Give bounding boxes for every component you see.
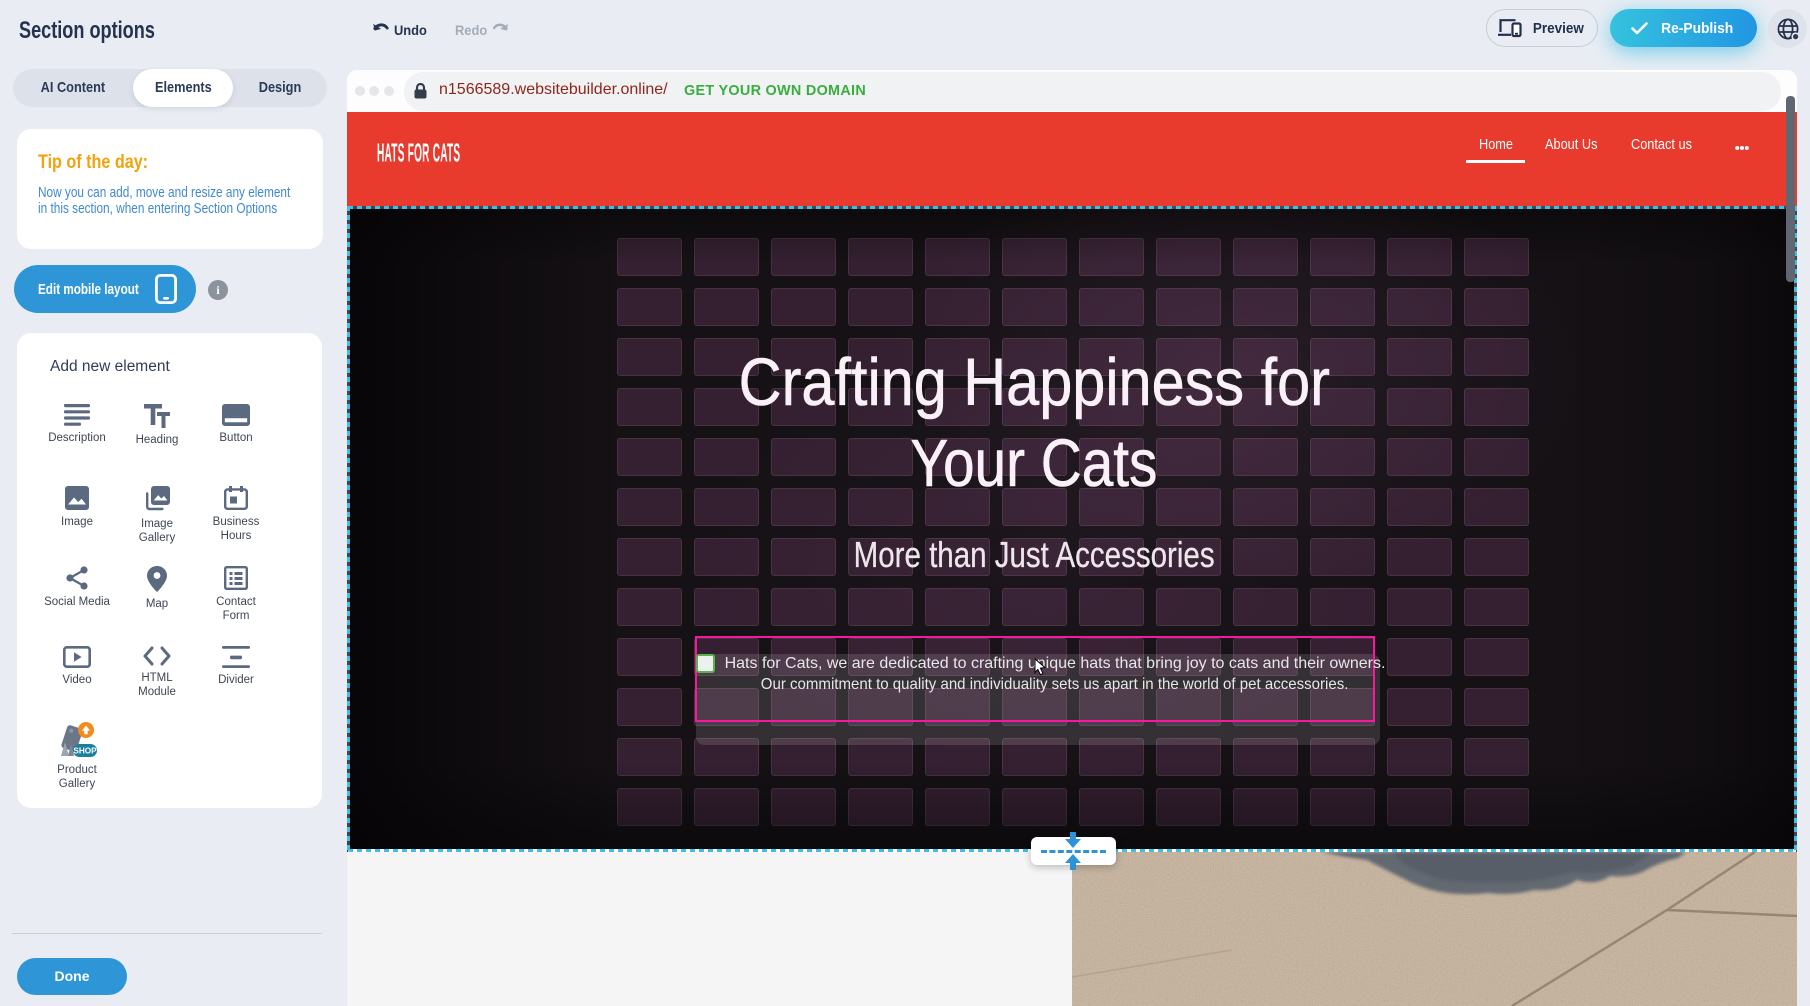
svg-text:SHOP: SHOP: [73, 747, 97, 756]
